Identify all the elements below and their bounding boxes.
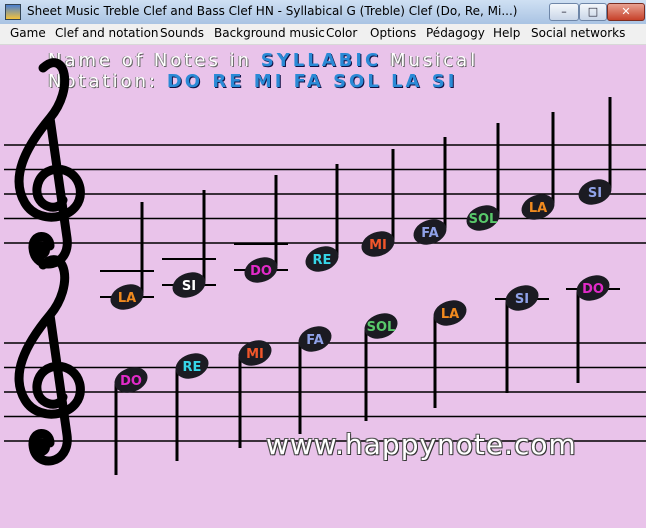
bottom-note-6[interactable]: LA	[430, 296, 470, 408]
bottom-note-7-label: SI	[515, 292, 529, 307]
notes: LA SI DO RE MI FA SOL LA SI DO RE MI FA SOL LA SI DO	[100, 97, 620, 475]
menu-social-networks[interactable]: Social networks	[531, 26, 625, 40]
staff-lines	[4, 144, 646, 442]
bottom-note-5-label: SOL	[367, 320, 396, 335]
bottom-note-5-head	[364, 313, 398, 339]
top-note-3-head	[244, 257, 278, 283]
top-note-1-label: LA	[118, 291, 136, 306]
top-note-2-head	[172, 272, 206, 298]
top-note-7-head	[466, 205, 500, 231]
bottom-note-3-head	[238, 340, 272, 366]
bottom-note-6-label: LA	[441, 307, 459, 322]
top-treble-clef-icon	[14, 58, 85, 269]
top-note-3[interactable]: DO	[234, 175, 288, 287]
top-note-8[interactable]: LA	[518, 112, 558, 224]
bottom-note-4[interactable]: FA	[295, 322, 335, 434]
app-icon[interactable]	[5, 4, 21, 20]
heading-syllabic: SYLLABIC	[260, 50, 382, 71]
top-note-9[interactable]: SI	[575, 97, 615, 209]
top-note-5-head	[361, 231, 395, 257]
minimize-button[interactable]: –	[549, 3, 579, 21]
title-bar[interactable]: Sheet Music Treble Clef and Bass Clef HN…	[0, 0, 646, 25]
top-note-9-head	[578, 179, 612, 205]
bottom-treble-clef-icon-dot	[32, 438, 50, 456]
menu-game[interactable]: Game	[10, 26, 46, 40]
bottom-note-3-label: MI	[246, 347, 264, 362]
heading-line-2: Notation: DO RE MI FA SOL LA SI	[48, 71, 457, 92]
bottom-note-2[interactable]: RE	[172, 349, 212, 461]
top-note-6-head	[413, 219, 447, 245]
website-url[interactable]: www.happynote.com	[266, 428, 577, 461]
maximize-button[interactable]: □	[579, 3, 607, 21]
top-note-7[interactable]: SOL	[463, 123, 503, 235]
top-note-5[interactable]: MI	[358, 149, 398, 261]
menu-help[interactable]: Help	[493, 26, 520, 40]
top-treble-clef-icon-glyph	[14, 58, 85, 269]
bottom-note-4-label: FA	[306, 333, 323, 348]
bottom-treble-clef-icon	[14, 255, 85, 466]
bottom-treble-clef-icon-glyph	[14, 255, 85, 466]
bottom-note-7-head	[505, 285, 539, 311]
menu-options[interactable]: Options	[370, 26, 416, 40]
heading-line-1: Name of Notes in SYLLABIC Musical	[48, 50, 478, 71]
heading-line-2-prefix: Notation:	[48, 71, 167, 92]
top-note-3-label: DO	[250, 264, 272, 279]
top-note-7-label: SOL	[469, 212, 498, 227]
top-note-6[interactable]: FA	[410, 137, 450, 249]
bottom-note-7[interactable]: SI	[495, 281, 549, 393]
menu-clef-and-notation[interactable]: Clef and notation	[55, 26, 159, 40]
bottom-note-8[interactable]: DO	[566, 271, 620, 383]
top-note-5-label: MI	[369, 238, 387, 253]
top-note-4-label: RE	[313, 253, 332, 268]
top-note-1-head	[110, 284, 144, 310]
bottom-note-1-head	[114, 367, 148, 393]
top-note-8-label: LA	[529, 201, 547, 216]
close-button[interactable]: ✕	[607, 3, 645, 21]
menu-background-music[interactable]: Background music	[214, 26, 325, 40]
bottom-note-1-label: DO	[120, 374, 142, 389]
top-note-2[interactable]: SI	[162, 190, 216, 302]
top-note-9-label: SI	[588, 186, 602, 201]
bottom-note-8-label: DO	[582, 282, 604, 297]
menu-pedagogy[interactable]: Pédagogy	[426, 26, 485, 40]
heading-line-1-suffix: Musical	[381, 50, 479, 71]
top-note-4[interactable]: RE	[302, 164, 342, 276]
bottom-note-8-head	[576, 275, 610, 301]
top-note-4-head	[305, 246, 339, 272]
top-note-8-head	[521, 194, 555, 220]
clefs	[14, 58, 85, 466]
top-treble-clef-icon-dot	[32, 241, 50, 259]
bottom-note-4-head	[298, 326, 332, 352]
top-note-1[interactable]: LA	[100, 202, 154, 314]
bottom-note-2-label: RE	[183, 360, 202, 375]
window-title: Sheet Music Treble Clef and Bass Clef HN…	[27, 4, 518, 18]
menu-bar: Game Clef and notation Sounds Background…	[0, 24, 646, 45]
bottom-note-1[interactable]: DO	[111, 363, 151, 475]
bottom-note-6-head	[433, 300, 467, 326]
top-note-2-label: SI	[182, 279, 196, 294]
bottom-note-5[interactable]: SOL	[361, 309, 401, 421]
heading-line-1-prefix: Name of Notes in	[48, 50, 261, 71]
menu-sounds[interactable]: Sounds	[160, 26, 204, 40]
heading-note-names: DO RE MI FA SOL LA SI	[166, 71, 458, 92]
menu-color[interactable]: Color	[326, 26, 357, 40]
bottom-note-2-head	[175, 353, 209, 379]
top-note-6-label: FA	[421, 226, 438, 241]
